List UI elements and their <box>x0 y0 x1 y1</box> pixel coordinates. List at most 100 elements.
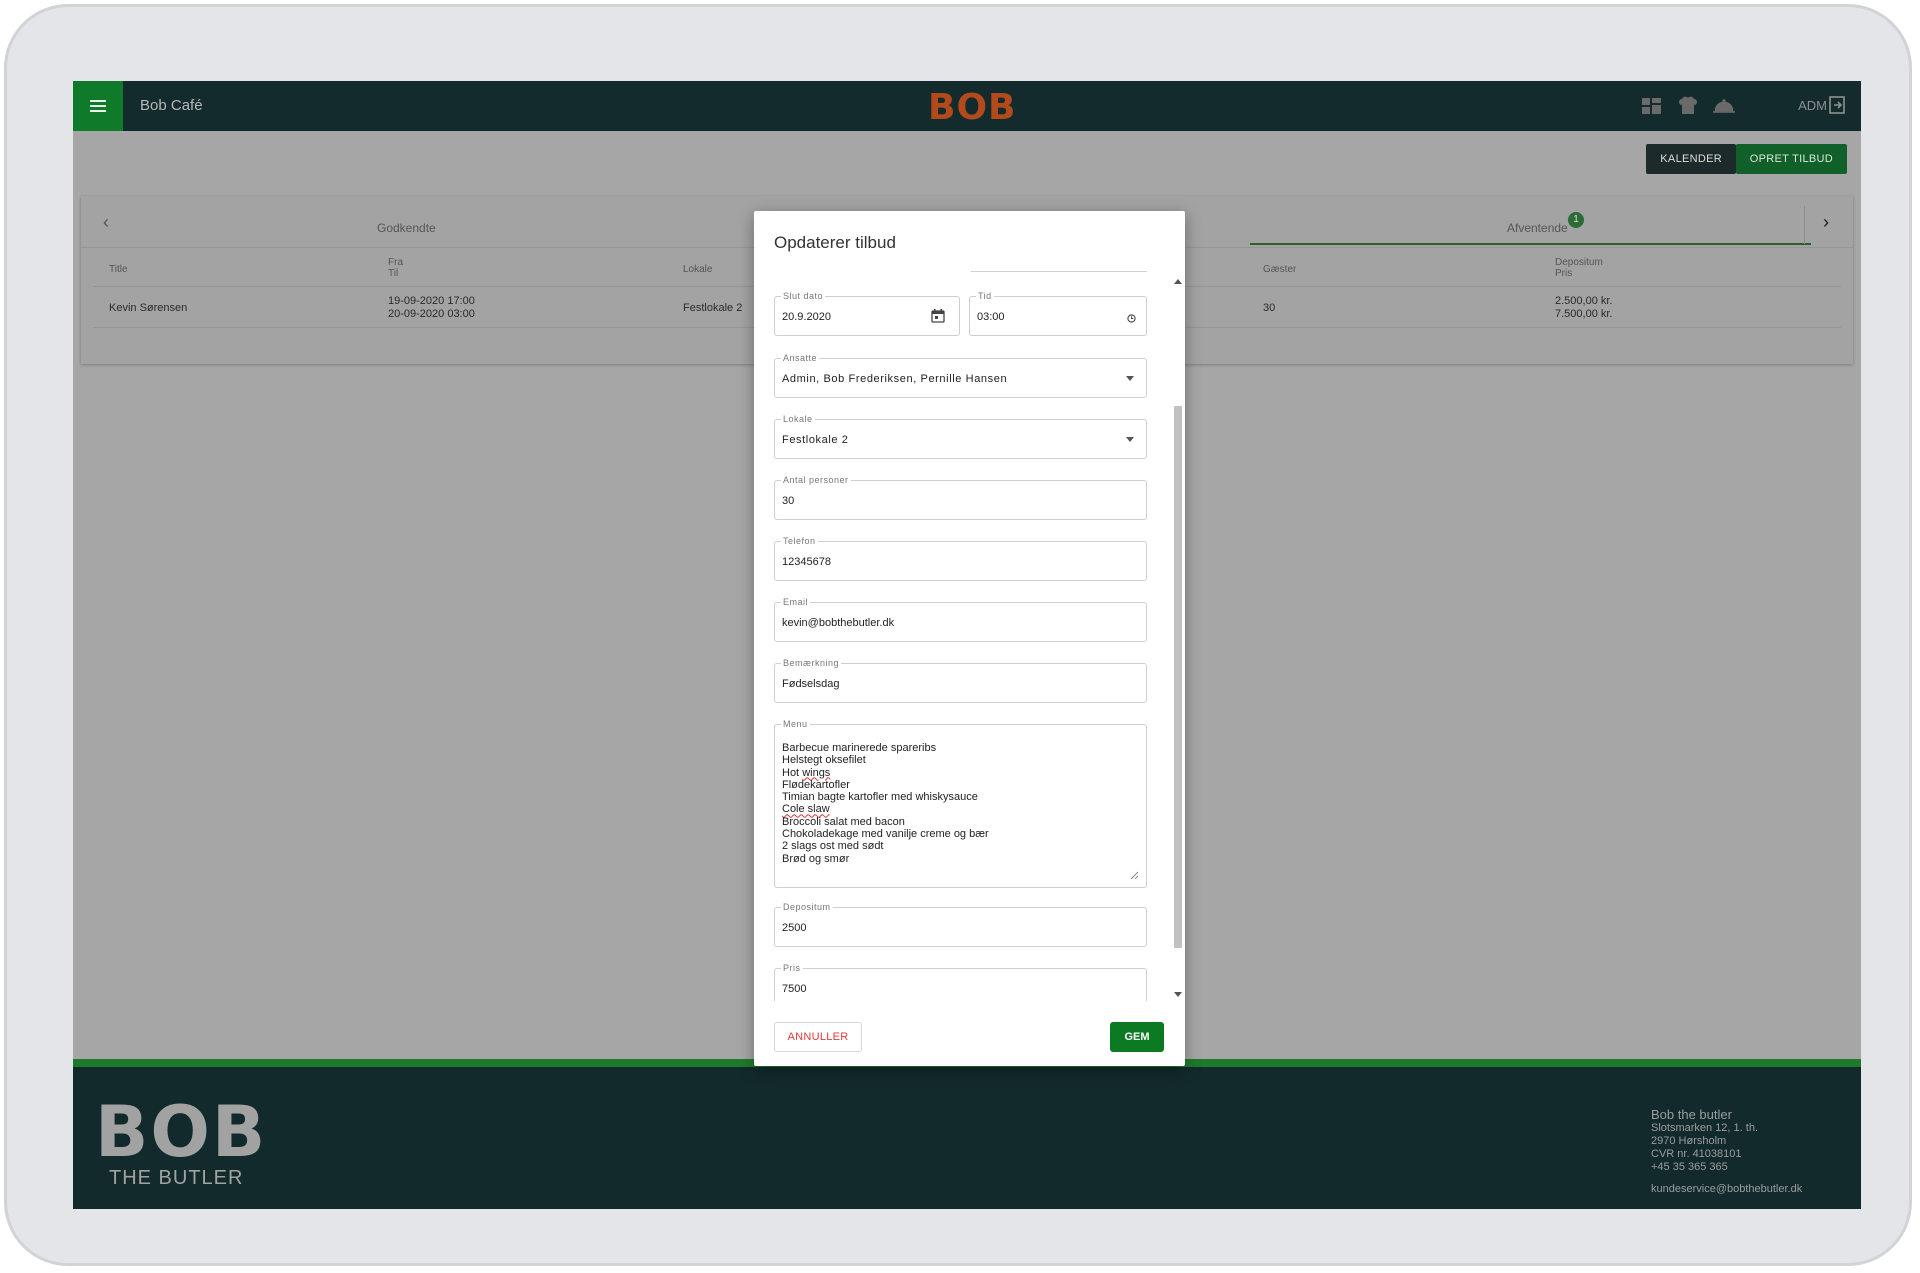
bemaerkning-label: Bemærkning <box>781 657 842 669</box>
logout-icon[interactable] <box>1829 95 1847 115</box>
col-pris[interactable]: Pris <box>1555 268 1572 280</box>
footer: BOB THE BUTLER Bob the butler Slotsmarke… <box>73 1067 1861 1209</box>
scroll-up-arrow-icon[interactable] <box>1174 279 1182 284</box>
chef-hat-icon[interactable] <box>1677 96 1699 116</box>
chevron-right-icon[interactable]: › <box>1823 212 1829 233</box>
footer-logo: BOB THE BUTLER <box>95 1097 267 1190</box>
menu-text: Barbecue marinerede spareribs Helstegt ok… <box>782 742 989 865</box>
cell-gaester: 30 <box>1263 302 1276 314</box>
menu-line: Barbecue marinerede spareribs <box>782 742 937 754</box>
cell-title: Kevin Sørensen <box>109 302 188 314</box>
dialog-title: Opdaterer tilbud <box>774 233 896 252</box>
tid-label: Tid <box>976 290 994 302</box>
support-email-link[interactable]: kundeservice@bobthebutler.dk <box>1651 1183 1802 1196</box>
scroll-down-arrow-icon[interactable] <box>1174 992 1182 997</box>
footer-address: Bob the butler Slotsmarken 12, 1. th. 29… <box>1651 1107 1802 1196</box>
hamburger-menu-button[interactable] <box>73 81 123 131</box>
menu-line: Chokoladekage med vanilje creme og bær <box>782 828 989 841</box>
top-icons <box>1641 96 1735 116</box>
depositum-label: Depositum <box>781 901 833 913</box>
tab-godkendte[interactable]: Godkendte <box>377 221 436 235</box>
email-value: kevin@bobthebutler.dk <box>782 617 895 629</box>
menu-label: Menu <box>781 718 810 730</box>
tid-value: 03:00 <box>977 311 1005 323</box>
active-tab-indicator <box>1250 243 1811 245</box>
ansatte-value: Admin, Bob Frederiksen, Pernille Hansen <box>782 373 1008 385</box>
cell-depositum: 2.500,00 kr. <box>1555 295 1613 307</box>
annuller-button[interactable]: ANNULLER <box>774 1022 862 1052</box>
menu-line: Cole slaw <box>782 803 830 816</box>
cell-pris: 7.500,00 kr. <box>1555 308 1613 320</box>
resize-handle-icon[interactable] <box>1130 871 1138 879</box>
menu-line: Brød og smør <box>782 852 850 865</box>
lokale-value: Festlokale 2 <box>782 434 849 446</box>
bemaerkning-input[interactable]: Bemærkning Fødselsdag <box>774 657 1147 703</box>
col-lokale[interactable]: Lokale <box>683 264 712 276</box>
pris-input[interactable]: Pris 7500 <box>774 962 1147 1001</box>
kalender-button[interactable]: KALENDER <box>1646 144 1736 174</box>
antal-personer-value: 30 <box>782 495 795 507</box>
chevron-separator <box>1804 206 1805 244</box>
menu-line: Helstegt oksefilet <box>782 754 866 767</box>
lokale-select[interactable]: Lokale Festlokale 2 <box>774 413 1147 459</box>
ansatte-select[interactable]: Ansatte Admin, Bob Frederiksen, Pernille… <box>774 352 1147 398</box>
antal-personer-input[interactable]: Antal personer 30 <box>774 474 1147 520</box>
cell-lokale: Festlokale 2 <box>683 302 743 314</box>
depositum-input[interactable]: Depositum 2500 <box>774 901 1147 947</box>
telefon-label: Telefon <box>781 535 818 547</box>
company-name: Bob the butler <box>1651 1107 1732 1122</box>
app-name: Bob Café <box>140 97 203 114</box>
menu-line: Broccoli salat med bacon <box>782 815 905 828</box>
tid-field[interactable]: Tid 03:00 <box>969 290 1147 336</box>
pending-count-badge: 1 <box>1568 212 1584 228</box>
pris-label: Pris <box>781 962 803 974</box>
menu-line: Flødekartofler <box>782 778 850 791</box>
address-line-1: Slotsmarken 12, 1. th. <box>1651 1122 1758 1134</box>
telefon-value: 12345678 <box>782 556 831 568</box>
slut-dato-label: Slut dato <box>781 290 826 302</box>
email-input[interactable]: Email kevin@bobthebutler.dk <box>774 596 1147 642</box>
dialog-scrollbar[interactable] <box>1173 271 1183 1001</box>
menu-textarea[interactable]: Menu Barbecue marinerede spareribs Helste… <box>774 718 1147 888</box>
scrollbar-thumb[interactable] <box>1174 406 1182 948</box>
menu-line: Hot wings <box>782 766 831 779</box>
chevron-down-icon[interactable] <box>1126 437 1134 442</box>
top-bar: Bob Café BOB ADM <box>73 81 1861 131</box>
dashboard-icon[interactable] <box>1641 96 1663 116</box>
update-offer-dialog: Opdaterer tilbud Slut dato 20.9.2020 Tid… <box>754 211 1185 1066</box>
phone-number: +45 35 365 365 <box>1651 1161 1728 1173</box>
address-line-2: 2970 Hørsholm <box>1651 1135 1727 1147</box>
slut-dato-value: 20.9.2020 <box>782 311 831 323</box>
slut-dato-field[interactable]: Slut dato 20.9.2020 <box>774 290 960 336</box>
tab-afventende[interactable]: Afventende <box>1507 221 1568 235</box>
opret-tilbud-button[interactable]: OPRET TILBUD <box>1735 144 1847 174</box>
bemaerkning-value: Fødselsdag <box>782 678 840 690</box>
email-label: Email <box>781 596 811 608</box>
menu-line: 2 slags ost med sødt <box>782 840 884 853</box>
antal-personer-label: Antal personer <box>781 474 851 486</box>
chevron-down-icon[interactable] <box>1126 376 1134 381</box>
chevron-left-icon[interactable]: ‹ <box>103 212 109 233</box>
cut-off-field-border <box>971 271 1147 272</box>
cell-fra: 19-09-2020 17:00 <box>388 295 475 307</box>
gem-button[interactable]: GEM <box>1110 1022 1164 1052</box>
bob-logo[interactable]: BOB <box>928 87 1016 128</box>
footer-logo-main: BOB <box>95 1091 268 1173</box>
cell-til: 20-09-2020 03:00 <box>388 308 475 320</box>
calendar-icon[interactable] <box>931 309 945 323</box>
ansatte-label: Ansatte <box>781 352 820 364</box>
hamburger-icon <box>90 105 106 107</box>
cvr-number: CVR nr. 41038101 <box>1651 1148 1742 1160</box>
col-til[interactable]: Til <box>388 268 398 280</box>
user-label: ADM <box>1798 98 1827 113</box>
depositum-value: 2500 <box>782 922 807 934</box>
dialog-scroll-area[interactable]: Slut dato 20.9.2020 Tid 03:00 Ansatte Ad… <box>754 271 1185 1001</box>
clock-icon[interactable] <box>1127 314 1136 323</box>
pris-value: 7500 <box>782 983 807 995</box>
menu-line: Timian bagte kartofler med whiskysauce <box>782 791 978 804</box>
col-gaester[interactable]: Gæster <box>1263 264 1296 276</box>
lokale-label: Lokale <box>781 413 815 425</box>
cloche-icon[interactable] <box>1713 96 1735 116</box>
telefon-input[interactable]: Telefon 12345678 <box>774 535 1147 581</box>
col-title[interactable]: Title <box>109 264 128 276</box>
